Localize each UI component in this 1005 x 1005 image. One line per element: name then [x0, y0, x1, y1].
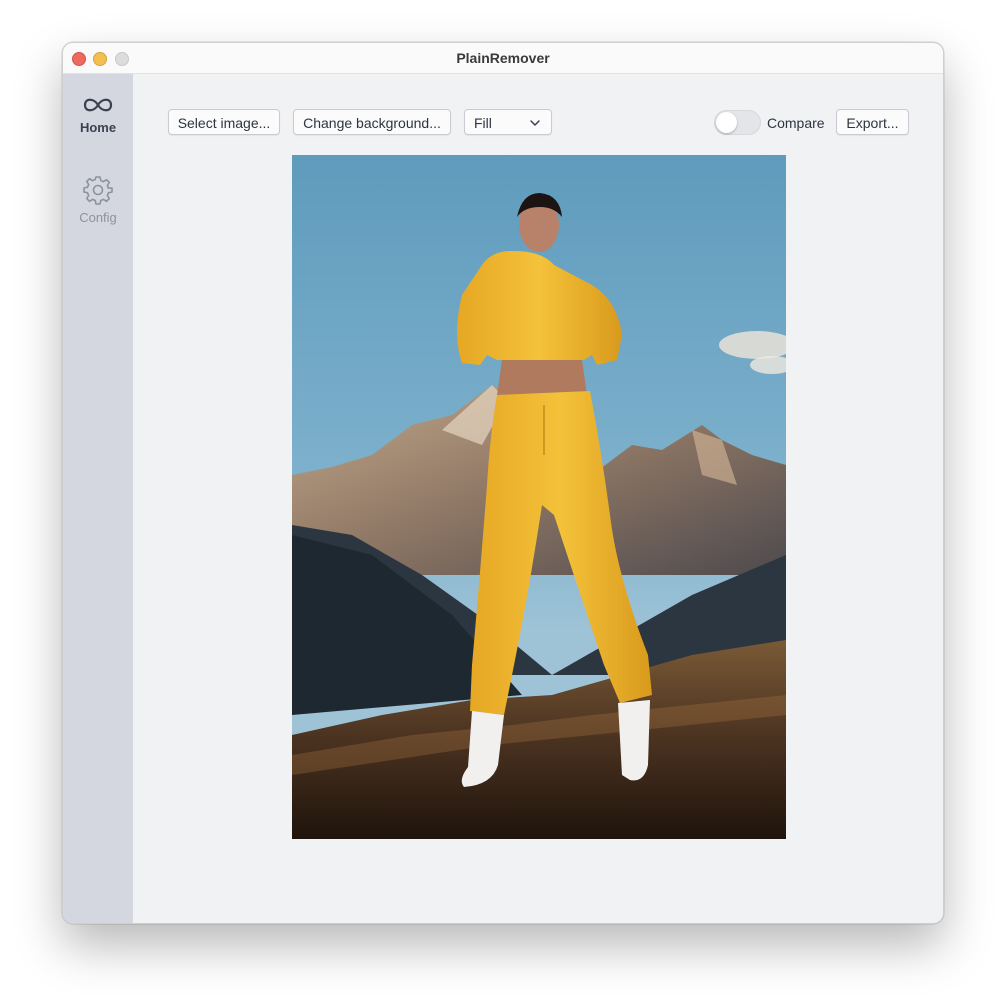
chevron-down-icon	[530, 120, 540, 126]
window-title: PlainRemover	[456, 50, 550, 66]
title-bar: PlainRemover	[63, 43, 943, 74]
compare-label: Compare	[767, 115, 825, 131]
app-window: PlainRemover Home Config Select image...…	[62, 42, 944, 924]
toggle-knob	[716, 112, 737, 133]
compare-toggle[interactable]	[714, 110, 761, 135]
fit-mode-value: Fill	[474, 115, 492, 131]
change-background-button[interactable]: Change background...	[293, 109, 451, 135]
export-button[interactable]: Export...	[836, 109, 909, 135]
infinity-icon	[83, 98, 113, 112]
gear-icon	[83, 176, 113, 205]
composited-photo	[292, 155, 786, 839]
fit-mode-select[interactable]: Fill	[464, 109, 552, 135]
sidebar-item-config[interactable]: Config	[63, 174, 133, 225]
sidebar-item-label: Home	[79, 120, 117, 135]
sidebar-item-home[interactable]: Home	[63, 94, 133, 135]
sidebar-item-label: Config	[79, 210, 117, 225]
image-preview	[292, 155, 786, 839]
sidebar: Home Config	[63, 74, 133, 923]
select-image-button[interactable]: Select image...	[168, 109, 280, 135]
